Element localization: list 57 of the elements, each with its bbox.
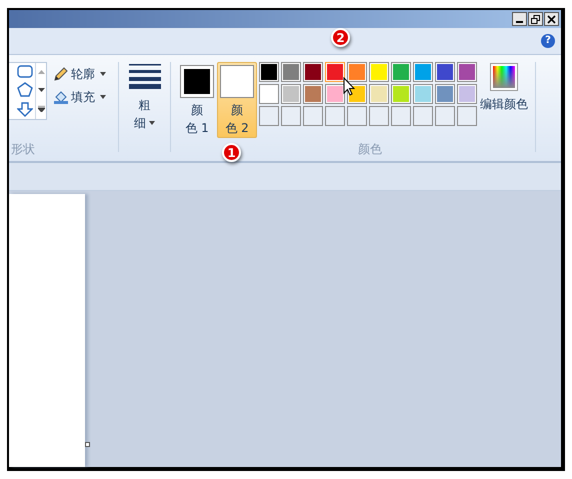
scroll-up-icon[interactable] [38,70,44,74]
palette-swatch[interactable] [413,62,433,82]
minimize-button[interactable] [512,12,527,26]
caret-icon [100,95,106,99]
palette-swatch[interactable] [325,84,345,104]
palette-swatch[interactable] [457,62,477,82]
expand-gallery-icon[interactable] [38,106,44,112]
fill-button[interactable]: 填充 [53,88,106,106]
palette-swatch[interactable] [303,84,323,104]
empty-swatch[interactable] [457,106,477,126]
restore-button[interactable] [528,12,543,26]
group-label: 颜色 [358,141,382,158]
outline-button[interactable]: 轮廓 [53,65,106,83]
edit-colors-button[interactable]: 编辑颜色 [479,62,529,138]
resize-handle[interactable] [85,442,90,447]
empty-swatch[interactable] [325,106,345,126]
palette-swatch[interactable] [369,62,389,82]
color-picker-button[interactable]: 颜 色 2 [217,62,257,138]
empty-swatch[interactable] [303,106,323,126]
palette-swatch[interactable] [369,84,389,104]
size-button[interactable]: 粗 细 [119,62,170,132]
down-arrow-shape-icon[interactable] [17,102,33,117]
paint-bucket-icon [53,89,69,105]
line-width-icon [128,63,160,89]
empty-swatch[interactable] [347,106,367,126]
rectangle-shape-icon[interactable] [17,65,33,78]
pencil-icon [53,66,69,82]
group-label: 形状 [11,141,36,158]
palette-swatch[interactable] [457,84,477,104]
mouse-cursor-icon [343,77,355,96]
palette-swatch[interactable] [303,62,323,82]
palette-swatch[interactable] [259,84,279,104]
palette-swatch[interactable] [325,62,345,82]
color-picker-button[interactable]: 颜 色 1 [177,62,217,138]
palette-swatch[interactable] [347,62,367,82]
empty-swatch[interactable] [391,106,411,126]
shapes-gallery[interactable] [9,62,47,120]
empty-swatch[interactable] [413,106,433,126]
empty-swatch[interactable] [259,106,279,126]
close-button[interactable] [544,12,559,26]
palette-swatch[interactable] [435,84,455,104]
caret-icon [100,72,106,76]
palette-swatch[interactable] [391,62,411,82]
palette-swatch[interactable] [435,62,455,82]
palette-swatch[interactable] [259,62,279,82]
empty-swatch[interactable] [369,106,389,126]
palette-swatch[interactable] [391,84,411,104]
palette-swatch[interactable] [413,84,433,104]
palette-swatch[interactable] [281,62,301,82]
scroll-down-icon[interactable] [38,88,44,92]
empty-swatch[interactable] [435,106,455,126]
help-button[interactable]: ? [541,34,555,48]
pentagon-shape-icon[interactable] [17,82,33,98]
caret-icon [149,121,155,125]
color-spectrum-icon [490,63,518,91]
palette-swatch[interactable] [281,84,301,104]
empty-swatch[interactable] [281,106,301,126]
